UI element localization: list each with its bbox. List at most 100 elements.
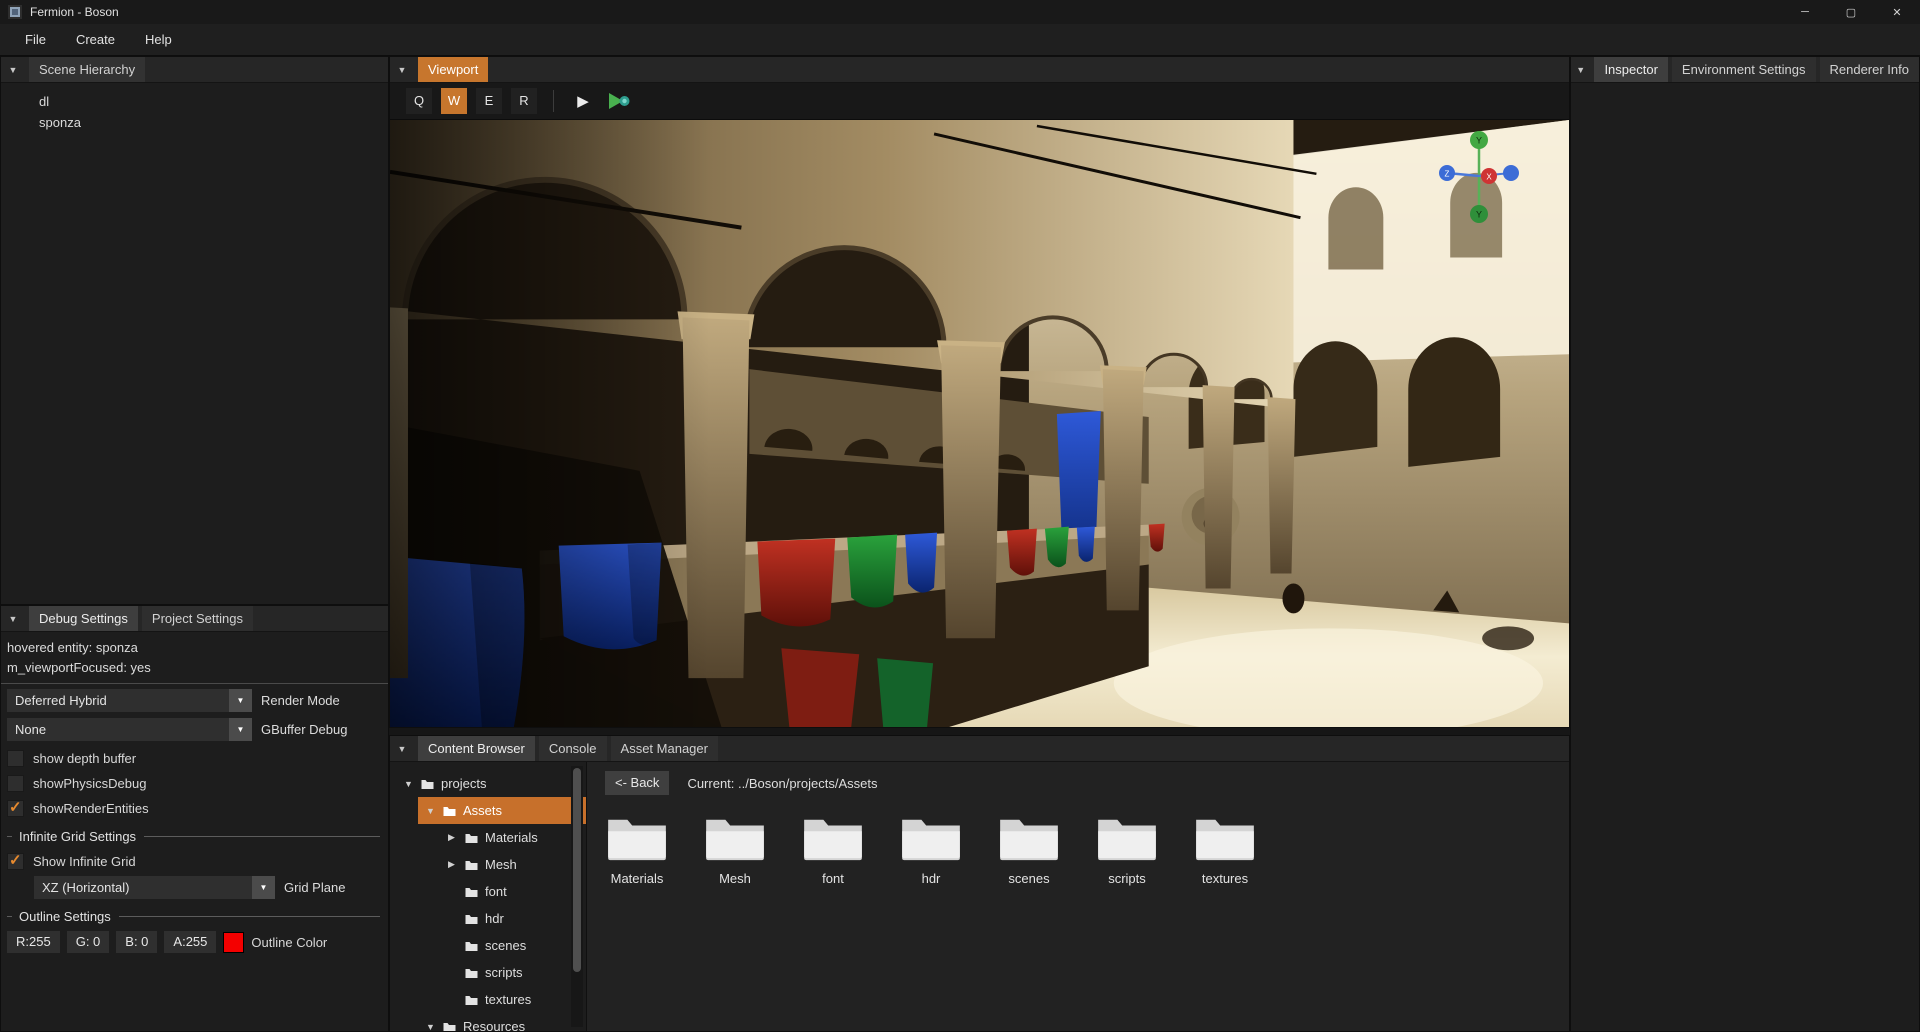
tree-item-label: Resources (463, 1019, 525, 1031)
tree-scrollbar[interactable] (571, 766, 583, 1027)
debug-panel-header: ▼ Debug Settings Project Settings (1, 606, 388, 632)
play-button[interactable]: ▶ (570, 88, 596, 114)
tree-item-label: Assets (463, 803, 502, 818)
orientation-gizmo[interactable]: Y Z X Y (1427, 124, 1523, 234)
app-icon (8, 5, 22, 19)
folder-name: hdr (922, 871, 941, 886)
chevron-down-icon: ▼ (229, 718, 252, 741)
checkbox-show-render-entities[interactable]: ✓ showRenderEntities (1, 797, 388, 819)
tree-item-label: font (485, 884, 507, 899)
folder-name: Mesh (719, 871, 751, 886)
tab-inspector[interactable]: Inspector (1594, 57, 1667, 82)
outline-alpha-field[interactable]: A:255 (164, 931, 216, 953)
tab-project-settings[interactable]: Project Settings (142, 606, 253, 631)
tab-renderer-info[interactable]: Renderer Info (1820, 57, 1920, 82)
viewport-scene[interactable]: Y Z X Y (390, 120, 1569, 727)
simulate-button[interactable] (605, 88, 633, 114)
back-button[interactable]: <- Back (605, 771, 669, 795)
tree-item-label: projects (441, 776, 487, 791)
gizmo-x-label: X (1486, 173, 1492, 182)
tree-item-font[interactable]: font (390, 878, 586, 905)
chevron-down-icon: ▼ (426, 806, 442, 816)
tool-r-button[interactable]: R (511, 88, 537, 114)
maximize-icon: ▢ (1846, 6, 1856, 19)
tab-content-browser[interactable]: Content Browser (418, 736, 535, 761)
maximize-button[interactable]: ▢ (1828, 0, 1874, 24)
debug-settings-panel: ▼ Debug Settings Project Settings hovere… (0, 605, 389, 1032)
gbuffer-debug-combo[interactable]: None ▼ (7, 718, 252, 741)
tool-q-button[interactable]: Q (406, 88, 432, 114)
infinite-grid-section-separator: Infinite Grid Settings (1, 829, 388, 844)
tree-item-scenes[interactable]: scenes (390, 932, 586, 959)
folder-scripts[interactable]: scripts (1095, 812, 1159, 886)
tree-item-resources[interactable]: ▼ Resources (390, 1013, 586, 1031)
titlebar: Fermion - Boson ─ ▢ ✕ (0, 0, 1920, 24)
collapse-arrow-icon[interactable]: ▼ (390, 57, 414, 82)
gbuffer-debug-label: GBuffer Debug (261, 722, 347, 737)
window-controls: ─ ▢ ✕ (1782, 0, 1920, 24)
tree-item-scripts[interactable]: scripts (390, 959, 586, 986)
browser-toolbar: <- Back Current: ../Boson/projects/Asset… (605, 770, 1569, 796)
chevron-right-icon: ▶ (448, 859, 464, 870)
tree-item-hdr[interactable]: hdr (390, 905, 586, 932)
grid-plane-combo[interactable]: XZ (Horizontal) ▼ (34, 876, 275, 899)
tab-debug-settings[interactable]: Debug Settings (29, 606, 138, 631)
collapse-arrow-icon[interactable]: ▼ (390, 736, 414, 761)
folder-font[interactable]: font (801, 812, 865, 886)
outline-color-swatch[interactable] (223, 932, 244, 953)
collapse-arrow-icon[interactable]: ▼ (1, 606, 25, 631)
menu-create[interactable]: Create (61, 24, 130, 55)
tree-item-materials[interactable]: ▶ Materials (390, 824, 586, 851)
sponza-3d-render (390, 120, 1569, 727)
outline-green-field[interactable]: G: 0 (67, 931, 110, 953)
menu-help[interactable]: Help (130, 24, 187, 55)
tree-item-label: scenes (485, 938, 526, 953)
tree-scrollbar-thumb[interactable] (573, 768, 581, 972)
collapse-arrow-icon[interactable]: ▼ (1571, 57, 1590, 82)
folder-icon (464, 994, 485, 1006)
checkbox-show-physics-debug[interactable]: showPhysicsDebug (1, 772, 388, 794)
tree-item-label: scripts (485, 965, 523, 980)
tree-item-projects[interactable]: ▼ projects (390, 770, 586, 797)
minimize-button[interactable]: ─ (1782, 0, 1828, 24)
gbuffer-debug-value: None (7, 718, 229, 741)
outline-blue-field[interactable]: B: 0 (116, 931, 157, 953)
tool-w-button[interactable]: W (441, 88, 467, 114)
hierarchy-item-dl[interactable]: dl (1, 91, 388, 112)
folder-materials[interactable]: Materials (605, 812, 669, 886)
gizmo-y-bottom-label: Y (1476, 210, 1482, 220)
chevron-down-icon: ▼ (426, 1022, 442, 1032)
tree-item-textures[interactable]: textures (390, 986, 586, 1013)
tool-e-button[interactable]: E (476, 88, 502, 114)
separator (1, 683, 388, 684)
render-mode-combo[interactable]: Deferred Hybrid ▼ (7, 689, 252, 712)
tab-environment-settings[interactable]: Environment Settings (1672, 57, 1816, 82)
tree-item-mesh[interactable]: ▶ Mesh (390, 851, 586, 878)
folder-mesh[interactable]: Mesh (703, 812, 767, 886)
checkbox-box (7, 775, 24, 792)
tab-asset-manager[interactable]: Asset Manager (611, 736, 718, 761)
outline-red-field[interactable]: R:255 (7, 931, 60, 953)
tree-item-assets[interactable]: ▼ Assets (390, 797, 586, 824)
asset-tree: ▼ projects ▼ Assets ▶ Materials ▶ (390, 762, 587, 1031)
checkbox-show-infinite-grid[interactable]: ✓ Show Infinite Grid (1, 850, 388, 872)
render-mode-value: Deferred Hybrid (7, 689, 229, 712)
collapse-arrow-icon[interactable]: ▼ (1, 57, 25, 82)
menu-file[interactable]: File (10, 24, 61, 55)
menubar: File Create Help (0, 24, 1920, 56)
checkbox-show-depth-buffer[interactable]: show depth buffer (1, 747, 388, 769)
folder-icon (998, 812, 1060, 862)
chevron-down-icon: ▼ (229, 689, 252, 712)
tab-viewport[interactable]: Viewport (418, 57, 488, 82)
check-icon: ✓ (9, 851, 22, 869)
folder-textures[interactable]: textures (1193, 812, 1257, 886)
folder-hdr[interactable]: hdr (899, 812, 963, 886)
application-window: { "window": { "title": "Fermion - Boson"… (0, 0, 1920, 1032)
hierarchy-item-sponza[interactable]: sponza (1, 112, 388, 133)
close-button[interactable]: ✕ (1874, 0, 1920, 24)
checkbox-label: show depth buffer (33, 751, 136, 766)
gizmo-axis-ball[interactable] (1503, 165, 1519, 181)
folder-name: scripts (1108, 871, 1146, 886)
tab-console[interactable]: Console (539, 736, 607, 761)
folder-scenes[interactable]: scenes (997, 812, 1061, 886)
